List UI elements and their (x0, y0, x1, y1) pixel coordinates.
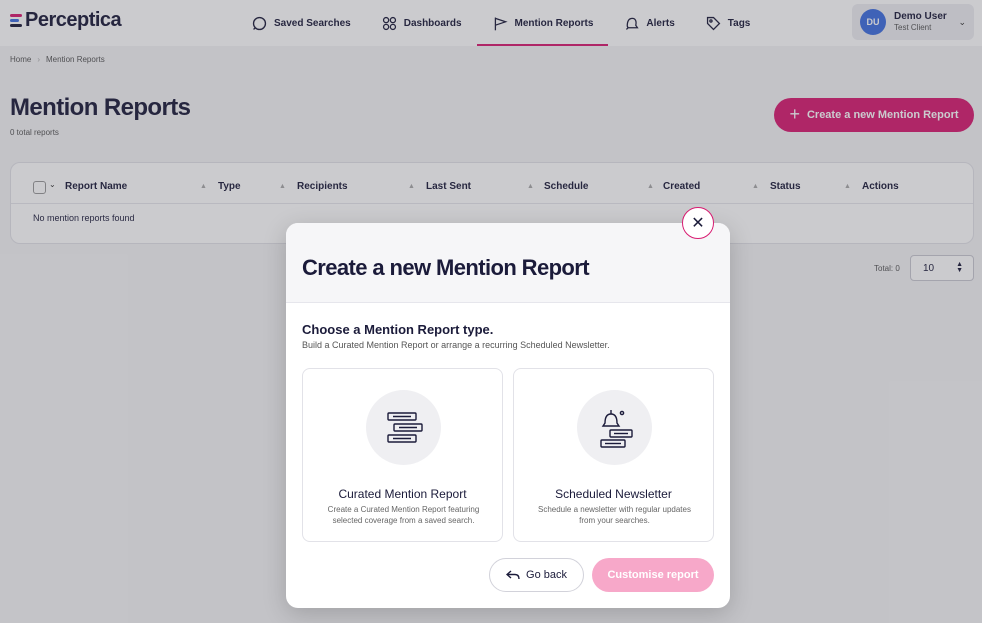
undo-arrow-icon (506, 570, 520, 580)
create-report-modal: Create a new Mention Report Choose a Men… (286, 223, 730, 608)
option-title: Scheduled Newsletter (555, 487, 672, 501)
customise-report-label: Customise report (607, 569, 699, 581)
customise-report-button[interactable]: Customise report (592, 558, 714, 592)
option-description: Create a Curated Mention Report featurin… (327, 505, 480, 525)
choose-type-subtitle: Build a Curated Mention Report or arrang… (302, 340, 610, 350)
close-icon: ✕ (691, 215, 705, 232)
stacked-bars-icon (366, 390, 441, 465)
option-scheduled-newsletter[interactable]: Scheduled Newsletter Schedule a newslett… (513, 368, 714, 542)
close-modal-button[interactable]: ✕ (682, 207, 714, 239)
option-curated-report[interactable]: Curated Mention Report Create a Curated … (302, 368, 503, 542)
option-title: Curated Mention Report (338, 487, 467, 501)
modal-title: Create a new Mention Report (302, 255, 590, 280)
choose-type-title: Choose a Mention Report type. (302, 322, 494, 337)
option-description: Schedule a newsletter with regular updat… (538, 505, 691, 525)
go-back-label: Go back (526, 569, 567, 581)
modal-header: Create a new Mention Report (286, 223, 730, 303)
bell-bars-icon (577, 390, 652, 465)
go-back-button[interactable]: Go back (489, 558, 584, 592)
